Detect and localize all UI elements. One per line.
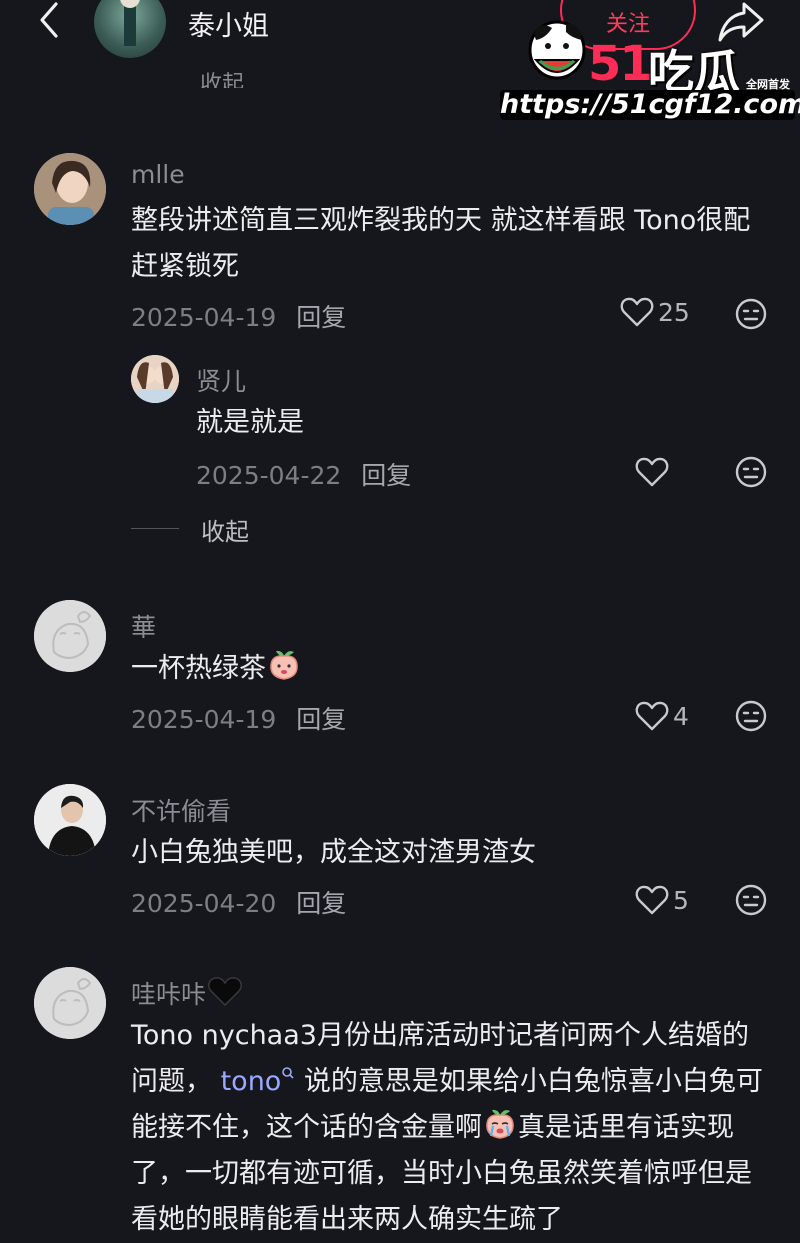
avatar[interactable]: [34, 600, 106, 672]
avatar-figure-icon: [120, 0, 140, 46]
comment-text: 整段讲述简直三观炸裂我的天 就这样看跟 Tono很配 赶紧锁死: [131, 205, 751, 282]
dislike-face-icon[interactable]: [735, 884, 767, 916]
heart-icon: [635, 701, 669, 731]
divider: [131, 528, 179, 529]
reply-date: 2025-04-22: [196, 461, 342, 490]
comment-username[interactable]: 哇咔咔: [131, 975, 242, 1011]
reply-avatar[interactable]: [131, 355, 179, 403]
avatar[interactable]: [34, 153, 106, 225]
like-button[interactable]: 4: [635, 700, 689, 732]
reply-text: 就是就是: [196, 407, 304, 438]
watermark-51: 51: [588, 36, 653, 92]
watermark-url: https://51cgf12.com: [500, 89, 800, 120]
comment-text-content: 一杯热绿茶: [131, 653, 266, 684]
comment-meta: 2025-04-19 回复: [131, 700, 346, 736]
comment-meta: 2025-04-20 回复: [131, 884, 346, 920]
back-button[interactable]: [30, 0, 70, 44]
reply-button[interactable]: 回复: [296, 303, 346, 332]
cow-mascot-icon: [528, 20, 586, 80]
heart-icon: [635, 457, 669, 487]
dislike-face-icon[interactable]: [735, 700, 767, 732]
collapse-label: 收起: [201, 518, 249, 546]
profile-avatar[interactable]: [94, 0, 166, 58]
dislike-face-icon[interactable]: [735, 456, 767, 488]
black-heart-icon: [208, 977, 242, 1007]
like-button[interactable]: 25: [620, 296, 690, 328]
reply-button[interactable]: 回复: [296, 889, 346, 918]
comment-text: 一杯热绿茶: [131, 646, 771, 692]
like-button[interactable]: [635, 456, 673, 488]
collapse-partial[interactable]: 收起: [200, 66, 244, 88]
reply-button[interactable]: 回复: [296, 705, 346, 734]
mention-link[interactable]: tono: [221, 1066, 296, 1097]
avatar[interactable]: [34, 967, 106, 1039]
like-count: 4: [673, 701, 689, 731]
dislike-face-icon[interactable]: [735, 298, 767, 330]
avatar[interactable]: [34, 784, 106, 856]
reply-meta: 2025-04-22 回复: [196, 456, 411, 492]
avatar-portrait-icon: [34, 153, 106, 225]
watermark: 51 吃瓜 全网首发 https://51cgf12.com: [500, 10, 800, 120]
comment-meta: 2025-04-19 回复: [131, 298, 346, 334]
comment-username[interactable]: mlle: [131, 160, 185, 189]
username-text: 哇咔咔: [131, 980, 207, 1009]
default-avatar-icon: [34, 967, 106, 1039]
comment-text: Tono nychaa3月份出席活动时记者问两个人结婚的问题， tono 说的意…: [131, 1013, 771, 1243]
comment-text: 小白兔独美吧，成全这对渣男渣女: [131, 837, 536, 868]
like-count: 5: [673, 885, 689, 915]
reply-username[interactable]: 贤儿: [196, 362, 246, 398]
like-count: 25: [658, 297, 690, 327]
mention-text: tono: [220, 1066, 282, 1097]
comment-date: 2025-04-20: [131, 889, 277, 918]
like-button[interactable]: 5: [635, 884, 689, 916]
chevron-left-icon: [40, 2, 58, 38]
profile-name[interactable]: 泰小姐: [188, 4, 269, 43]
avatar-portrait-icon: [34, 784, 106, 856]
default-avatar-icon: [34, 600, 106, 672]
avatar-portrait-icon: [131, 355, 179, 403]
comment-date: 2025-04-19: [131, 303, 277, 332]
heart-icon: [620, 297, 654, 327]
peach-emoji-icon: [270, 650, 298, 680]
comment-date: 2025-04-19: [131, 705, 277, 734]
reply-button[interactable]: 回复: [361, 461, 411, 490]
comment-username[interactable]: 不许偷看: [131, 792, 231, 828]
search-icon: [282, 1067, 294, 1079]
heart-icon: [635, 885, 669, 915]
crying-peach-emoji-icon: [486, 1109, 514, 1139]
comment-username[interactable]: 華: [131, 608, 156, 644]
